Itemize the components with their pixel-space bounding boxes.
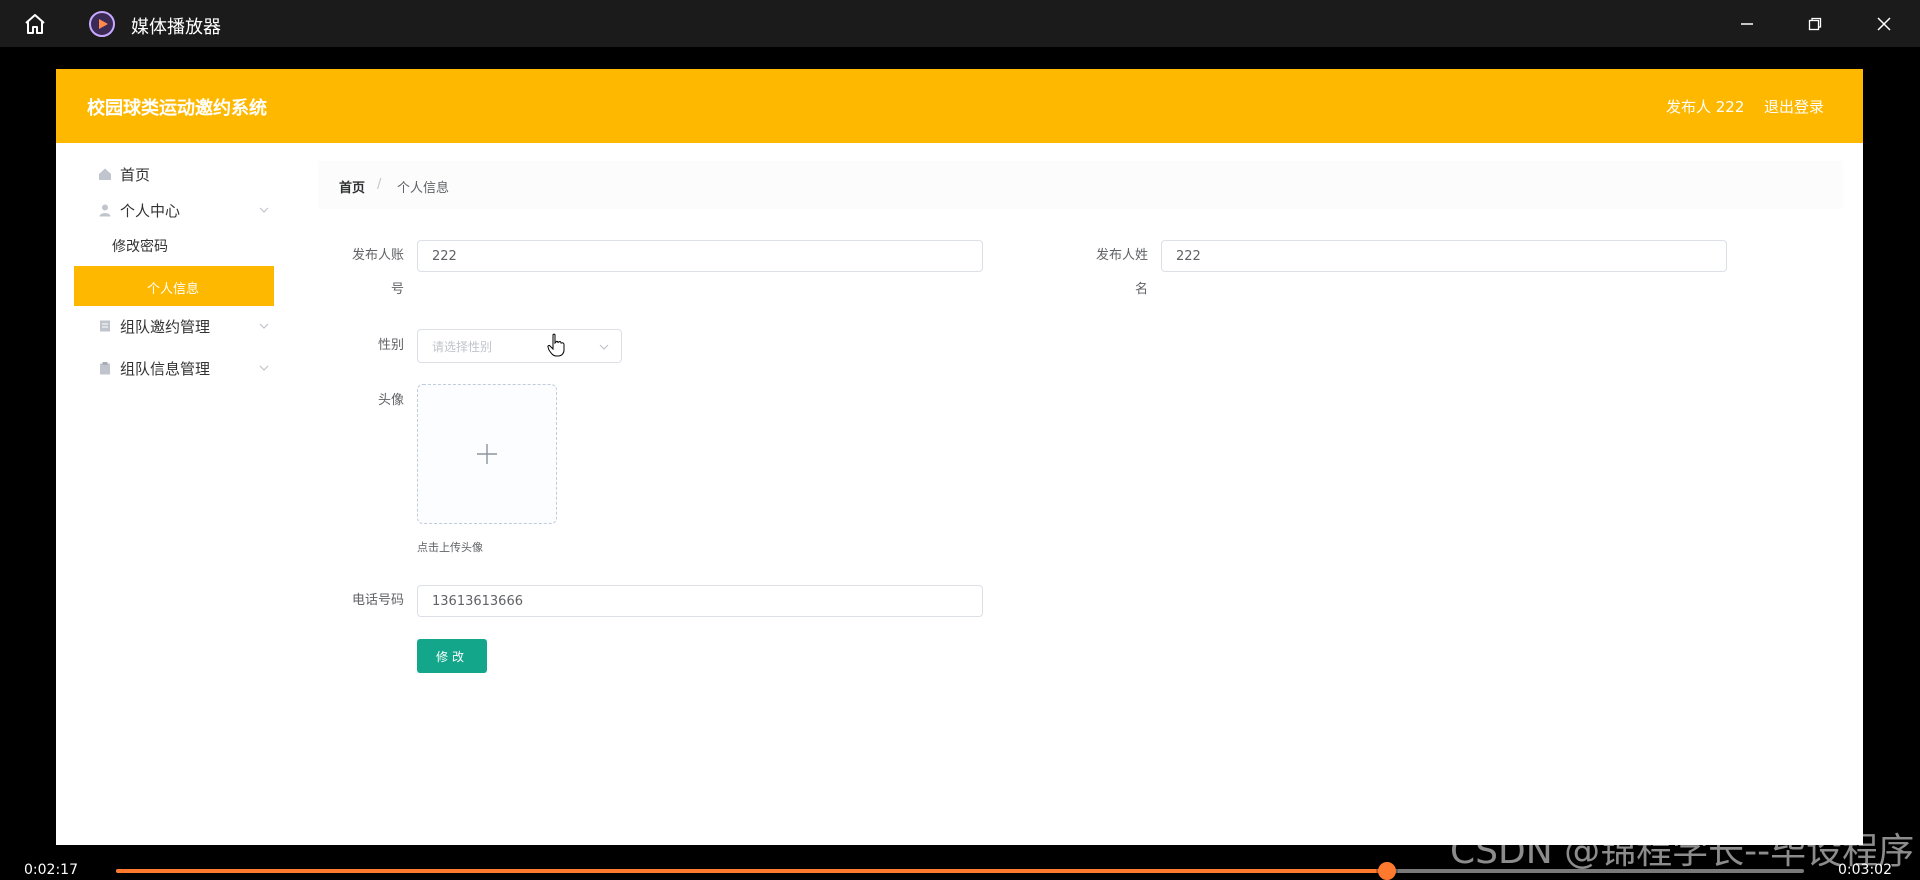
total-time: 0:03:02 bbox=[1838, 862, 1892, 878]
sidebar-item-personal-center[interactable]: 个人中心 bbox=[74, 191, 274, 229]
phone-field[interactable] bbox=[417, 585, 983, 617]
sidebar-item-home[interactable]: 首页 bbox=[74, 155, 274, 193]
home-icon[interactable] bbox=[22, 11, 48, 37]
sidebar-item-label: 个人信息 bbox=[147, 282, 200, 297]
breadcrumb-separator: / bbox=[377, 177, 382, 192]
restore-icon bbox=[1808, 17, 1822, 30]
sidebar-item-label: 首页 bbox=[120, 166, 151, 184]
sidebar-item-label: 修改密码 bbox=[112, 239, 168, 255]
breadcrumb-current: 个人信息 bbox=[397, 181, 450, 196]
plus-icon bbox=[477, 444, 497, 464]
account-field[interactable] bbox=[417, 240, 983, 272]
chevron-down-icon bbox=[599, 344, 609, 350]
home-icon bbox=[99, 168, 111, 180]
logout-link[interactable]: 退出登录 bbox=[1764, 96, 1824, 117]
sidebar-item-team-invite[interactable]: 组队邀约管理 bbox=[74, 307, 274, 345]
gender-label: 性别 bbox=[377, 338, 404, 353]
seek-bar[interactable] bbox=[116, 862, 1804, 880]
restore-button[interactable] bbox=[1785, 0, 1845, 47]
seek-bar-handle[interactable] bbox=[1377, 862, 1396, 880]
seek-bar-played bbox=[116, 869, 1387, 873]
gender-placeholder: 请选择性别 bbox=[432, 340, 493, 354]
submit-button[interactable]: 修改 bbox=[417, 639, 487, 673]
close-icon bbox=[1877, 16, 1891, 31]
sidebar-item-team-info[interactable]: 组队信息管理 bbox=[74, 349, 274, 387]
account-label: 发布人账 号 bbox=[344, 239, 404, 307]
chevron-down-icon bbox=[259, 323, 269, 329]
avatar-label: 头像 bbox=[377, 393, 404, 408]
player-title: 媒体播放器 bbox=[131, 17, 221, 38]
account-label-line1: 发布人账 bbox=[351, 248, 404, 263]
name-field[interactable] bbox=[1161, 240, 1727, 272]
player-titlebar: 媒体播放器 bbox=[0, 0, 1920, 47]
sidebar-item-label: 组队信息管理 bbox=[120, 360, 211, 378]
avatar-upload-hint: 点击上传头像 bbox=[417, 541, 483, 554]
sidebar-item-label: 组队邀约管理 bbox=[120, 318, 211, 336]
name-label-line1: 发布人姓 bbox=[1095, 248, 1148, 263]
user-icon bbox=[99, 204, 111, 217]
breadcrumb: 首页 / 个人信息 bbox=[318, 161, 1843, 209]
gender-select[interactable]: 请选择性别 bbox=[417, 329, 622, 363]
video-frame: 校园球类运动邀约系统 发布人 222 退出登录 首页 个人中心 修改密码 个人信… bbox=[56, 69, 1863, 845]
clipboard-icon bbox=[100, 362, 110, 375]
current-user-label: 发布人 222 bbox=[1666, 98, 1745, 116]
media-player-logo-icon bbox=[88, 10, 116, 38]
name-label: 发布人姓 名 bbox=[1088, 239, 1148, 307]
minimize-icon bbox=[1741, 22, 1753, 25]
mouse-pointer-hand-icon bbox=[547, 333, 565, 357]
close-button[interactable] bbox=[1854, 0, 1914, 47]
minimize-button[interactable] bbox=[1717, 0, 1777, 47]
sidebar-item-change-password[interactable]: 修改密码 bbox=[74, 226, 274, 266]
name-label-line2: 名 bbox=[1134, 282, 1148, 297]
chevron-down-icon bbox=[259, 365, 269, 371]
avatar-upload[interactable] bbox=[417, 384, 557, 524]
current-time: 0:02:17 bbox=[24, 862, 78, 878]
system-title: 校园球类运动邀约系统 bbox=[87, 98, 267, 119]
breadcrumb-home[interactable]: 首页 bbox=[339, 177, 365, 196]
sidebar-item-label: 个人中心 bbox=[120, 202, 181, 220]
chevron-down-icon bbox=[259, 207, 269, 213]
account-label-line2: 号 bbox=[390, 282, 404, 297]
phone-label: 电话号码 bbox=[351, 593, 404, 608]
document-icon bbox=[100, 320, 110, 332]
sidebar-item-personal-info[interactable]: 个人信息 bbox=[74, 266, 274, 306]
app-header: 校园球类运动邀约系统 发布人 222 退出登录 bbox=[56, 69, 1863, 143]
